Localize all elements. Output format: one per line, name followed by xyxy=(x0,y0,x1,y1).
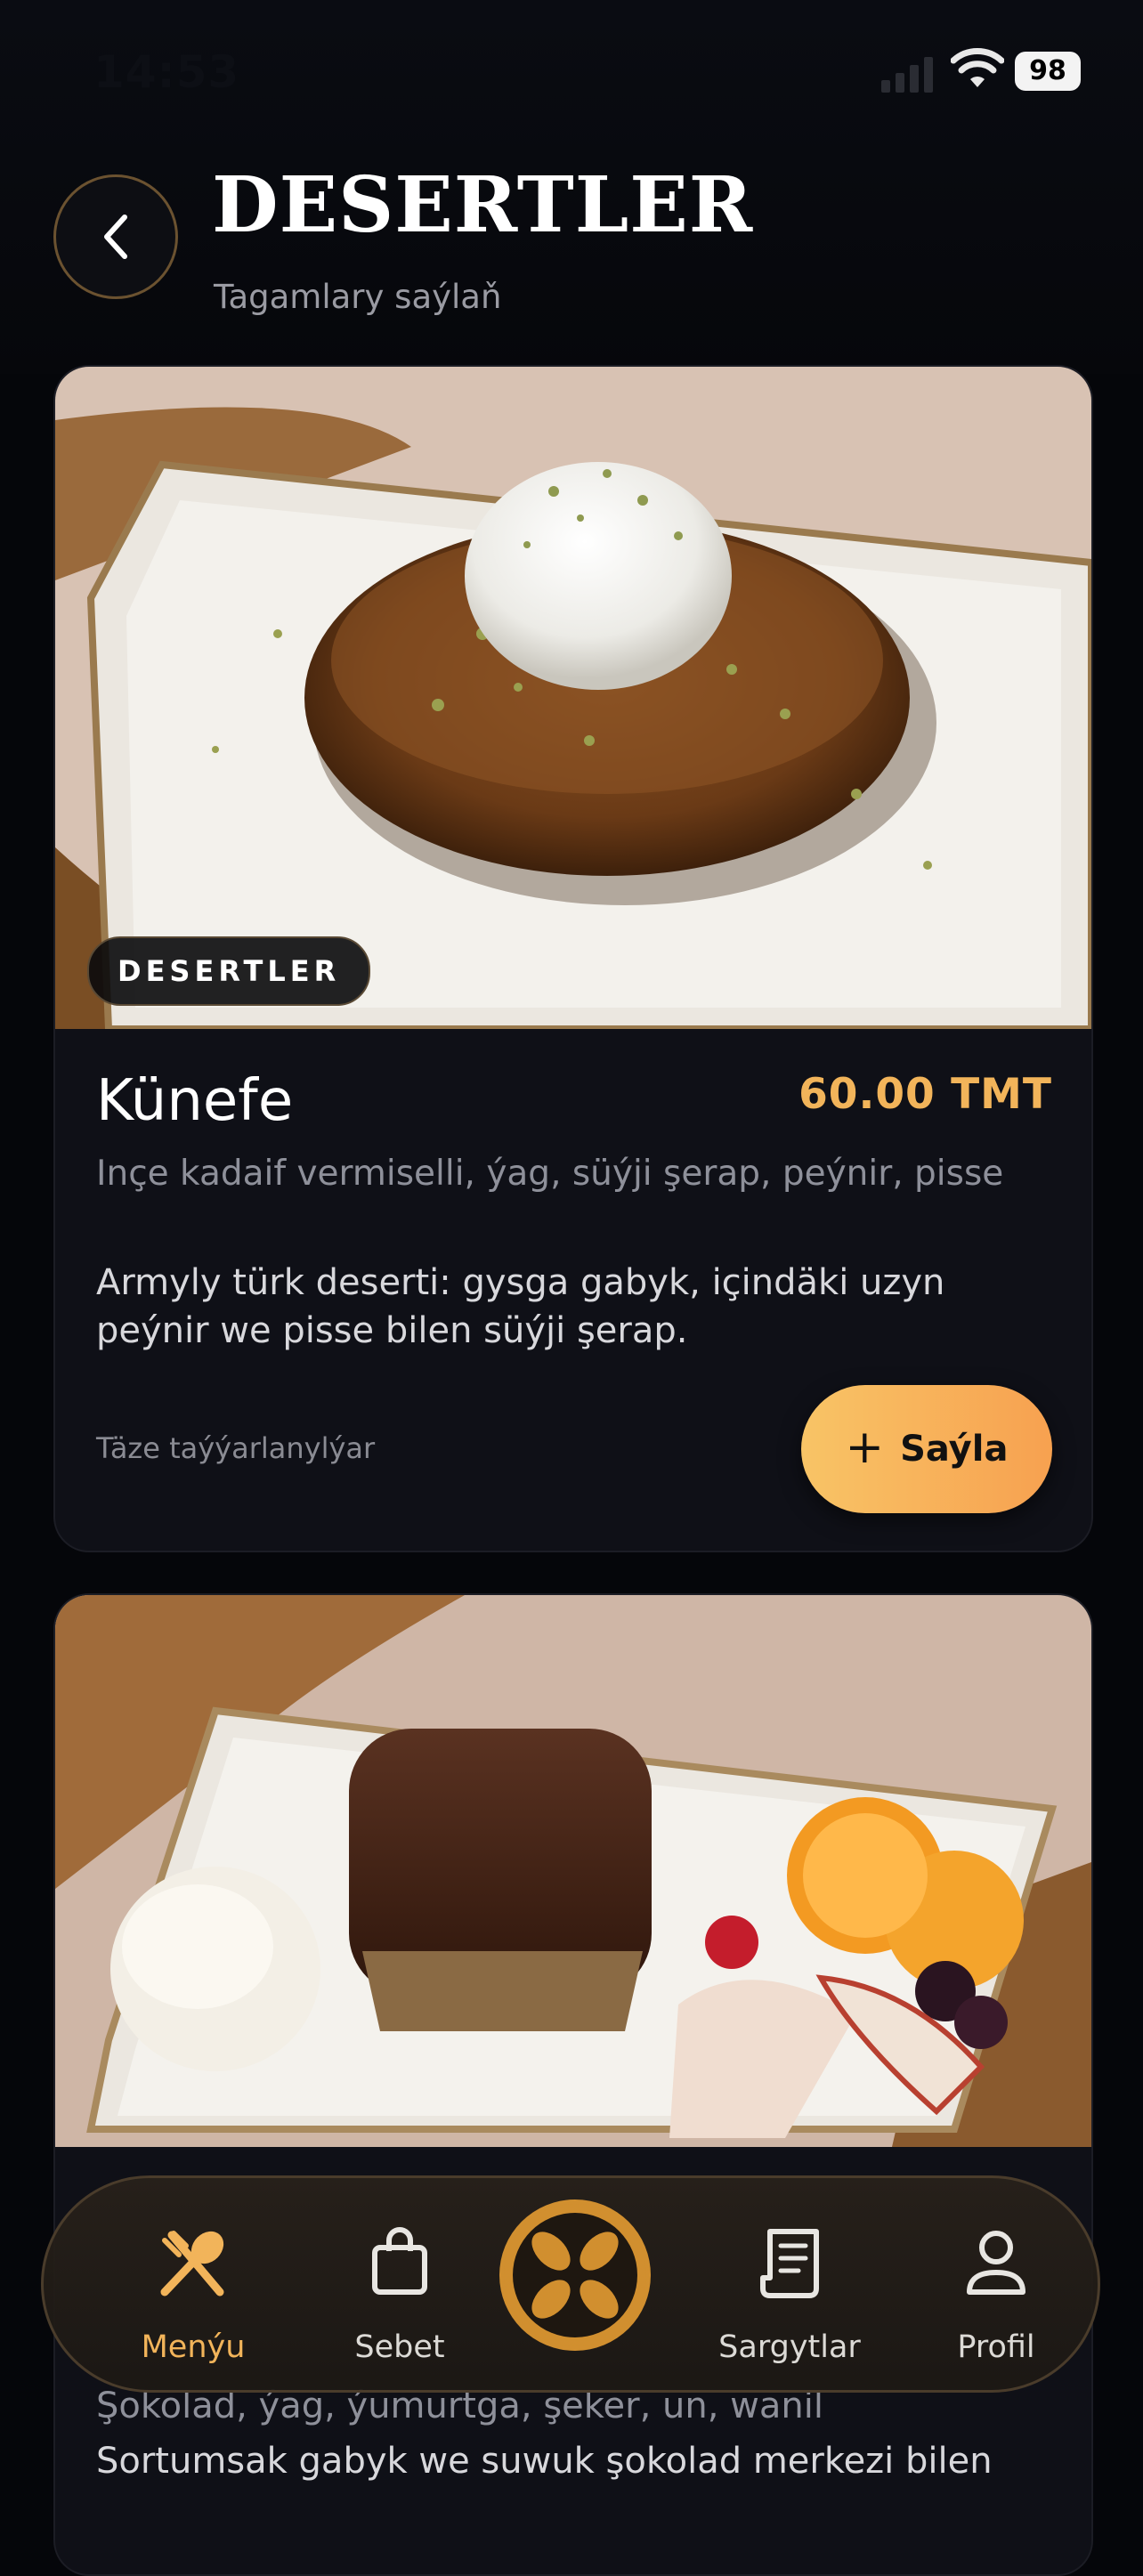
back-button[interactable] xyxy=(53,174,178,299)
nav-label-profile: Profil xyxy=(957,2329,1035,2365)
nav-item-basket[interactable]: Sebet xyxy=(311,2178,489,2392)
bottom-navigation: Menýu Sebet Sargytlar Profil xyxy=(41,2175,1100,2393)
receipt-icon xyxy=(760,2229,819,2298)
chevron-left-icon xyxy=(104,215,127,259)
dish-description: Sortumsak gabyk we suwuk şokolad merkezi… xyxy=(96,2441,993,2482)
nav-item-profile[interactable]: Profil xyxy=(907,2178,1085,2392)
shopping-bag-icon xyxy=(372,2227,427,2295)
nav-item-menu[interactable]: Menýu xyxy=(104,2178,282,2392)
nav-item-orders[interactable]: Sargytlar xyxy=(701,2178,879,2392)
add-button-label: Saýla xyxy=(900,1429,1009,1470)
dish-description: Armyly türk deserti: gysga gabyk, içindä… xyxy=(96,1262,945,1351)
home-logo-button[interactable] xyxy=(499,2199,651,2351)
dish-photo xyxy=(55,1595,1091,2147)
dish-name: Künefe xyxy=(96,1068,294,1134)
user-icon xyxy=(967,2231,1025,2295)
plus-icon: + xyxy=(845,1421,885,1474)
page-subtitle: Tagamlary saýlaň xyxy=(214,278,502,316)
preparation-note: Täze taýýarlanylýar xyxy=(96,1431,376,1465)
page-title: DESERTLER xyxy=(212,160,754,250)
nav-label-basket: Sebet xyxy=(354,2329,445,2365)
status-time: 14:53 xyxy=(93,46,240,98)
flower-logo-icon xyxy=(504,2204,646,2346)
category-badge: DESERTLER xyxy=(87,936,371,1006)
spoon-fork-icon xyxy=(160,2231,224,2297)
nav-label-menu: Menýu xyxy=(141,2329,246,2365)
dish-photo xyxy=(55,367,1091,1029)
add-to-cart-button[interactable]: + Saýla xyxy=(801,1385,1052,1513)
battery-indicator: 98 xyxy=(1015,52,1081,91)
status-bar: 14:53 98 xyxy=(0,0,1143,134)
nav-label-orders: Sargytlar xyxy=(718,2329,861,2365)
signal-icon xyxy=(881,57,933,93)
wifi-icon xyxy=(951,48,1004,87)
dish-price: 60.00 TMT xyxy=(798,1070,1052,1119)
dish-card[interactable]: DESERTLER Künefe 60.00 TMT Inçe kadaif v… xyxy=(53,365,1093,1552)
dish-ingredients: Inçe kadaif vermiselli, ýag, süýji şerap… xyxy=(96,1154,1004,1194)
dish-card[interactable]: Şokolad, ýag, ýumurtga, şeker, un, wanil… xyxy=(53,1593,1093,2576)
